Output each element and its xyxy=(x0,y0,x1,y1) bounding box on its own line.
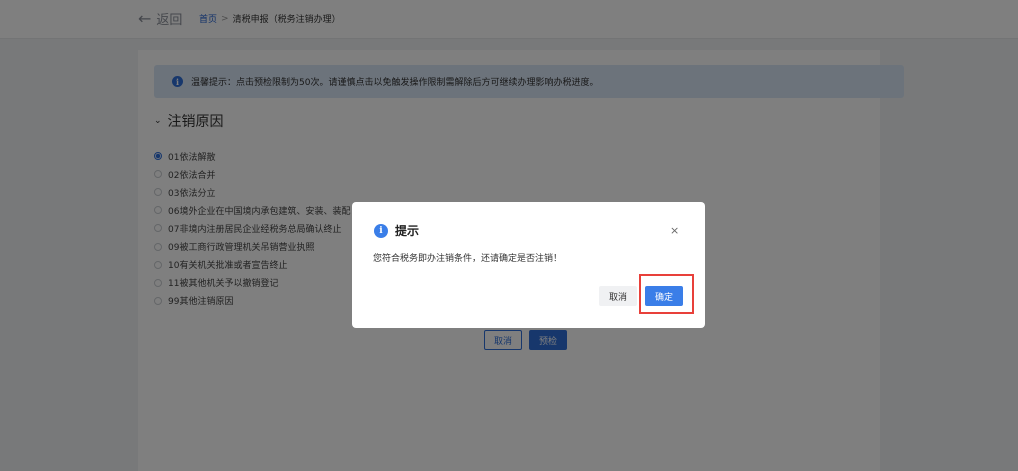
dialog-cancel-button[interactable]: 取消 xyxy=(599,286,637,306)
dialog-header: i 提示 xyxy=(374,222,419,239)
dialog-title: 提示 xyxy=(395,224,420,238)
dialog-message: 您符合税务即办注销条件，还请确定是否注销！ xyxy=(373,254,563,264)
info-icon: i xyxy=(374,223,388,238)
close-icon[interactable]: × xyxy=(670,224,679,237)
highlight-box xyxy=(639,274,694,314)
